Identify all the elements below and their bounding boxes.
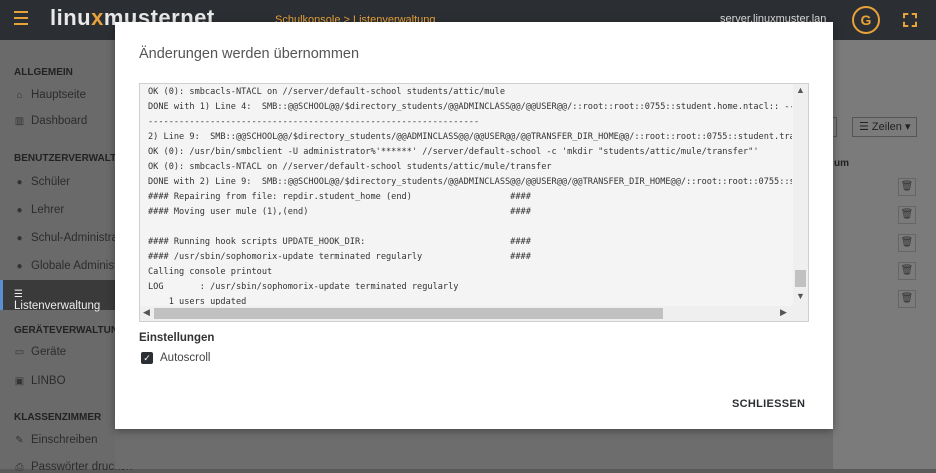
log-line: #### Running hook scripts UPDATE_HOOK_DI… — [148, 237, 531, 247]
changes-dialog: Änderungen werden übernommen OK (0): smb… — [115, 22, 833, 429]
horizontal-scroll-thumb[interactable] — [154, 308, 663, 319]
scroll-up-icon[interactable]: ▲ — [796, 85, 805, 95]
user-icon: ● — [16, 233, 23, 244]
monitor-icon: ▭ — [14, 347, 25, 358]
user-icon: ● — [16, 261, 23, 272]
checkbox-checked-icon[interactable]: ✓ — [141, 352, 153, 364]
log-line: DONE with 1) Line 4: SMB::@@SCHOOL@@/$di… — [148, 102, 792, 112]
edit-icon: ✎ — [15, 435, 24, 446]
list-icon: ☰ — [14, 289, 23, 300]
log-line: OK (0): /usr/bin/smbclient -U administra… — [148, 147, 759, 157]
rows-button[interactable]: ☰ Zeilen ▾ — [852, 117, 918, 137]
scroll-left-icon[interactable]: ◀ — [143, 307, 150, 318]
log-line: OK (0): smbcacls-NTACL on //server/defau… — [148, 162, 552, 172]
trash-icon[interactable]: 🗑 — [898, 262, 916, 280]
main-content-right — [833, 40, 936, 469]
rows-icon: ☰ — [859, 121, 872, 133]
vertical-scrollbar[interactable]: ▲ ▼ — [793, 84, 808, 307]
user-icon: ● — [16, 177, 23, 188]
log-line: Calling console printout — [148, 267, 273, 277]
home-icon: ⌂ — [16, 90, 23, 101]
log-line: #### Repairing from file: repdir.student… — [148, 192, 531, 202]
scroll-down-icon[interactable]: ▼ — [796, 291, 805, 301]
sidebar-item-einschreiben[interactable]: ✎ Einschreiben — [14, 434, 97, 446]
linbo-icon: ▣ — [14, 376, 25, 387]
avatar[interactable]: G — [852, 6, 880, 34]
log-line: 2) Line 9: SMB::@@SCHOOL@@/$directory_st… — [148, 132, 792, 142]
log-line: OK (0): smbcacls-NTACL on //server/defau… — [148, 87, 505, 97]
dialog-title: Änderungen werden übernommen — [139, 46, 360, 62]
print-icon: ⎙ — [15, 462, 24, 473]
log-line: ----------------------------------------… — [148, 117, 480, 127]
autoscroll-checkbox[interactable]: ✓ Autoscroll — [141, 352, 211, 364]
log-line: DONE with 2) Line 9: SMB::@@SCHOOL@@/$di… — [148, 177, 792, 187]
sidebar-item-schueler[interactable]: ● Schüler — [14, 176, 70, 188]
horizontal-scrollbar[interactable]: ◀ ▶ — [140, 306, 794, 321]
settings-title: Einstellungen — [139, 332, 215, 344]
sidebar-item-linbo[interactable]: ▣ LINBO — [14, 375, 66, 387]
chart-icon: ▥ — [14, 116, 25, 127]
fullscreen-icon[interactable] — [903, 13, 917, 27]
sidebar-item-geraete[interactable]: ▭ Geräte — [14, 346, 66, 358]
menu-icon[interactable] — [14, 11, 28, 25]
sidebar-section-title: ALLGEMEIN — [14, 67, 73, 78]
sidebar: ALLGEMEIN ⌂ Hauptseite ▥ Dashboard BENUTZE… — [0, 40, 154, 473]
sidebar-section-title: KLASSENZIMMER — [14, 412, 102, 423]
user-icon: ● — [16, 205, 23, 216]
log-output[interactable]: OK (0): smbcacls-NTACL on //server/defau… — [139, 83, 809, 322]
vertical-scroll-thumb[interactable] — [795, 270, 806, 287]
sidebar-item-lehrer[interactable]: ● Lehrer — [14, 204, 64, 216]
column-header: um — [834, 158, 849, 169]
sidebar-item-dashboard[interactable]: ▥ Dashboard — [14, 115, 88, 127]
close-button[interactable]: SCHLIESSEN — [726, 394, 811, 414]
log-line: #### /usr/sbin/sophomorix-update termina… — [148, 252, 531, 262]
autoscroll-label: Autoscroll — [160, 352, 211, 364]
trash-icon[interactable]: 🗑 — [898, 206, 916, 224]
log-line: 1 users updated — [148, 297, 247, 305]
log-text: OK (0): smbcacls-NTACL on //server/defau… — [148, 85, 792, 305]
trash-icon[interactable]: 🗑 — [898, 234, 916, 252]
scroll-right-icon[interactable]: ▶ — [780, 307, 787, 318]
trash-icon[interactable]: 🗑 — [898, 290, 916, 308]
log-line: #### Moving user mule (1),(end) #### — [148, 207, 531, 217]
scrollbar-corner — [793, 306, 808, 321]
sidebar-item-hauptseite[interactable]: ⌂ Hauptseite — [14, 89, 86, 101]
log-line: LOG : /usr/sbin/sophomorix-update termin… — [148, 282, 459, 292]
trash-icon[interactable]: 🗑 — [898, 178, 916, 196]
sidebar-item-listenverwaltung[interactable]: ☰Listenverwaltung — [14, 288, 115, 312]
